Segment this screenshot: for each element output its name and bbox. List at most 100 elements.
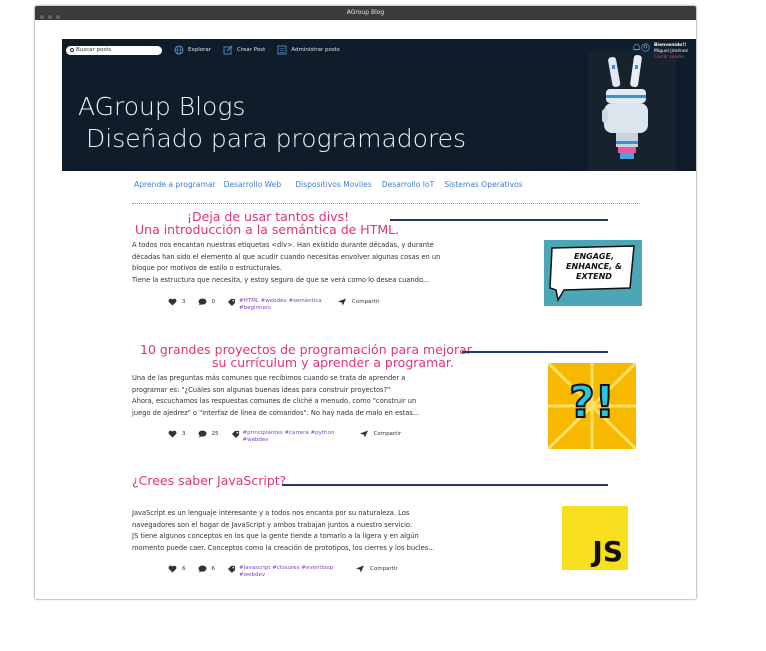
thumbnail-text-line: EXTEND xyxy=(576,272,612,281)
hero-title-line1: AGroup Blogs xyxy=(78,92,246,121)
nav-explorar-label: Explorar xyxy=(188,47,212,53)
search-placeholder: Buscar posts xyxy=(76,47,112,53)
excerpt-line: Tiene la estructura que necesita, y esto… xyxy=(132,275,430,284)
comments[interactable]: 6 xyxy=(198,565,216,573)
thumbnail-text: ENGAGE, ENHANCE, & EXTEND xyxy=(558,252,630,282)
post-title-line2: Una introducción a la semántica de HTML. xyxy=(135,222,400,237)
category-nav: Aprende a programar Desarrollo Web Dispo… xyxy=(134,180,523,189)
post-title[interactable]: ¿Crees saber JavaScript? xyxy=(132,474,286,487)
share-label: Compartir xyxy=(370,566,398,572)
bell-icon[interactable] xyxy=(632,43,641,52)
nav-explorar[interactable]: Explorar xyxy=(174,45,211,55)
category-link[interactable]: Dispositivos Moviles xyxy=(295,180,372,189)
hero-banner: Buscar posts Explorar Crear Post Adminis… xyxy=(62,39,696,171)
likes-count: 6 xyxy=(182,566,186,572)
heart-icon xyxy=(168,430,177,438)
excerpt-line: JavaScript es un lenguaje interesante y … xyxy=(132,509,410,517)
share-icon xyxy=(359,430,368,438)
nav-administrar-posts[interactable]: Administrar posts xyxy=(277,45,340,55)
post-meta: 3 0 #HTML #webdev #semántica #beginners … xyxy=(168,298,392,311)
robot-hand-image xyxy=(588,51,676,171)
excerpt-line: navegadores son el hogar de JavaScript y… xyxy=(132,520,413,529)
likes-count: 3 xyxy=(182,299,186,305)
post-meta: 3 25 #principiantes #carrera #python #we… xyxy=(168,430,413,443)
excerpt-line: momento puede caer. Conceptos como la cr… xyxy=(132,543,435,552)
post-thumbnail[interactable]: ENGAGE, ENHANCE, & EXTEND xyxy=(544,240,642,306)
excerpt-line: A todos nos encantan nuestras etiquetas … xyxy=(132,241,434,249)
post-card: ¡Deja de usar tantos divs! Una introducc… xyxy=(132,210,642,322)
share-button[interactable]: Compartir xyxy=(359,430,402,438)
excerpt-line: décadas han sido el elemento al que acud… xyxy=(132,252,441,261)
user-box: Bienvenido!! Miguel Jiménez Cerrar sesió… xyxy=(632,43,688,61)
excerpt-line: Ahora, escuchamos las respuestas comunes… xyxy=(132,397,417,405)
share-icon xyxy=(338,298,346,306)
nav-crear-post[interactable]: Crear Post xyxy=(223,45,265,55)
thumbnail-text: JS xyxy=(592,535,623,568)
user-icon[interactable] xyxy=(641,43,650,52)
category-link[interactable]: Desarrollo Web xyxy=(224,180,282,189)
comments-count: 6 xyxy=(211,566,216,572)
post-card: ¿Crees saber JavaScript? JavaScript es u… xyxy=(132,474,640,586)
comment-icon xyxy=(198,298,206,306)
nav-administrar-posts-label: Administrar posts xyxy=(291,47,340,53)
thumbnail-text-line: ENHANCE, & xyxy=(566,262,622,271)
list-icon xyxy=(277,45,287,55)
comment-icon xyxy=(198,565,206,573)
share-button[interactable]: Compartir xyxy=(355,565,398,573)
comments-count: 0 xyxy=(211,299,216,305)
top-navigation: Buscar posts Explorar Crear Post Adminis… xyxy=(66,43,352,57)
excerpt-line: juego de ajedrez" o "interfaz de línea d… xyxy=(132,408,420,417)
post-meta: 6 6 #javascript #closures #eventloop #we… xyxy=(168,565,410,578)
share-label: Compartir xyxy=(352,299,380,305)
post-excerpt: A todos nos encantan nuestras etiquetas … xyxy=(132,240,504,286)
category-link[interactable]: Aprende a programar xyxy=(134,180,216,189)
title-rule xyxy=(390,219,608,221)
post-thumbnail[interactable]: JS xyxy=(562,506,628,570)
hero-title: AGroup Blogs Diseñado para programadores xyxy=(78,91,466,155)
thumbnail-text-line: ENGAGE, xyxy=(574,252,614,261)
tag-icon xyxy=(227,565,236,573)
category-link[interactable]: Sistemas Operativos xyxy=(444,180,522,189)
thumbnail-text: ?! xyxy=(568,376,616,429)
post-tags[interactable]: #principiantes #carrera #python #webdev xyxy=(243,430,353,443)
comments[interactable]: 0 xyxy=(198,298,216,306)
post-thumbnail[interactable]: ?! xyxy=(548,363,636,449)
category-link[interactable]: Desarrollo IoT xyxy=(382,180,435,189)
post-card: 10 grandes proyectos de programación par… xyxy=(132,343,640,455)
excerpt-line: programar es: "¿Cuáles son algunas buena… xyxy=(132,385,391,394)
nav-crear-post-label: Crear Post xyxy=(237,47,266,53)
share-icon xyxy=(356,565,364,573)
likes[interactable]: 6 xyxy=(168,565,186,573)
post-tags[interactable]: #HTML #webdev #semántica #beginners xyxy=(239,298,331,311)
search-icon xyxy=(70,48,74,52)
heart-icon xyxy=(168,298,177,306)
share-button[interactable]: Compartir xyxy=(337,298,380,306)
likes[interactable]: 3 xyxy=(168,430,186,438)
title-rule xyxy=(462,351,608,353)
comments-count: 25 xyxy=(211,431,219,437)
heart-icon xyxy=(168,565,177,573)
post-title[interactable]: ¡Deja de usar tantos divs! Una introducc… xyxy=(135,210,399,236)
post-tags[interactable]: #javascript #closures #eventloop #webdev xyxy=(239,565,349,578)
window-title: AGroup Blog xyxy=(346,9,385,16)
post-title-line2: su currículum y aprender a programar. xyxy=(212,355,454,370)
excerpt-line: Una de las preguntas más comunes que rec… xyxy=(132,374,406,382)
window-controls[interactable] xyxy=(40,11,64,25)
post-title[interactable]: 10 grandes proyectos de programación par… xyxy=(140,343,472,369)
divider xyxy=(132,203,640,204)
title-rule xyxy=(282,484,608,486)
excerpt-line: bloque por motivos de estilo o estructur… xyxy=(132,264,282,272)
post-excerpt: Una de las preguntas más comunes que rec… xyxy=(132,373,502,419)
search-input[interactable]: Buscar posts xyxy=(66,45,162,55)
logout-link[interactable]: Cerrar sesión xyxy=(654,55,688,61)
excerpt-line: JS tiene algunos conceptos en los que la… xyxy=(132,532,419,540)
comments[interactable]: 25 xyxy=(198,430,219,438)
globe-icon xyxy=(174,45,184,55)
share-label: Compartir xyxy=(373,431,402,437)
browser-window: AGroup Blog Buscar posts Explorar Crear … xyxy=(34,5,697,600)
likes[interactable]: 3 xyxy=(168,298,186,306)
edit-icon xyxy=(223,45,233,55)
tag-icon xyxy=(231,430,239,438)
likes-count: 3 xyxy=(182,431,186,437)
hero-title-line2: Diseñado para programadores xyxy=(86,124,467,153)
